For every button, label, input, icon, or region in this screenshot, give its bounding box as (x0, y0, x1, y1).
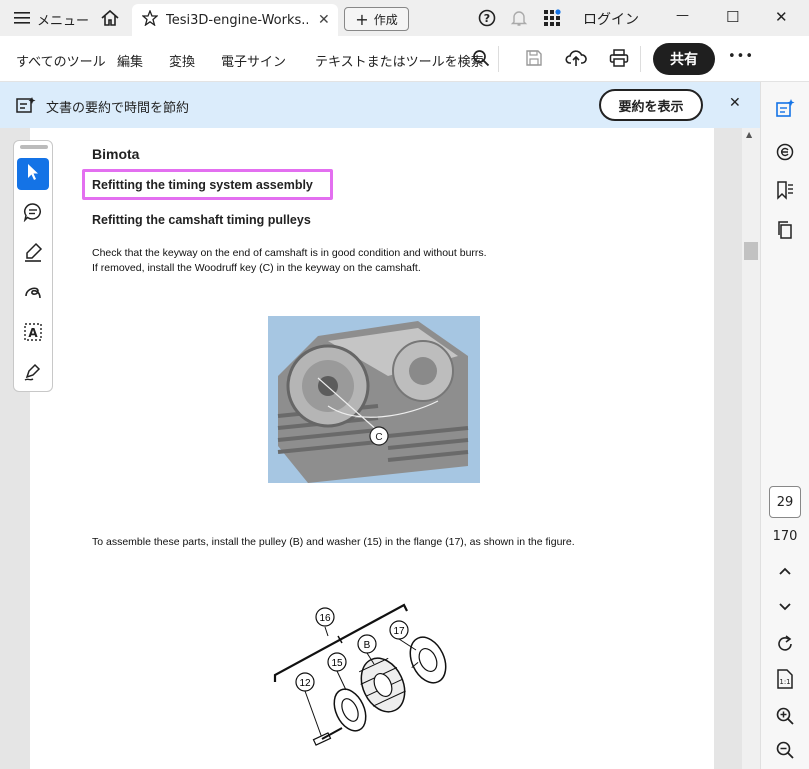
total-pages-label: 170 (772, 529, 798, 544)
diagram-label-17: 17 (393, 626, 405, 637)
pen-sign-icon (23, 362, 43, 386)
ai-assistant-button[interactable] (761, 98, 809, 122)
maximize-button[interactable]: ☐ (726, 8, 739, 26)
cloud-upload-icon[interactable] (565, 48, 587, 72)
home-icon (100, 8, 120, 32)
paragraph-line: If removed, install the Woodruff key (C)… (92, 262, 421, 274)
tab-close-icon[interactable]: ✕ (318, 12, 330, 28)
document-brand-heading: Bimota (92, 146, 140, 162)
camshaft-photo: C (268, 316, 480, 483)
star-icon[interactable] (141, 9, 159, 30)
cursor-icon (25, 163, 41, 185)
help-button[interactable]: ? (478, 9, 496, 31)
help-icon: ? (478, 9, 496, 31)
subsection-heading: Refitting the camshaft timing pulleys (92, 213, 311, 227)
draw-tool-button[interactable] (17, 278, 49, 310)
page-thumbnails-button[interactable] (761, 220, 809, 244)
new-tab-button[interactable]: + 作成 (344, 7, 409, 31)
menu-esign[interactable]: 電子サイン (221, 51, 286, 70)
new-tab-label: 作成 (373, 12, 398, 27)
pulley-assembly-diagram: 16 15 B 17 12 (270, 600, 460, 750)
select-tool-button[interactable] (17, 158, 49, 190)
menu-button[interactable]: メニュー (14, 10, 89, 29)
login-button[interactable]: ログイン (583, 9, 639, 29)
ai-assistant-icon (775, 98, 795, 122)
search-icon[interactable] (472, 49, 490, 71)
zoom-out-button[interactable] (761, 740, 809, 764)
save-icon[interactable] (525, 49, 543, 71)
paragraph-line: To assemble these parts, install the pul… (92, 536, 575, 548)
diagram-label-b: B (364, 640, 371, 651)
pages-icon (775, 220, 795, 244)
print-icon[interactable] (609, 49, 629, 71)
zoom-out-icon (775, 740, 795, 764)
banner-text: 文書の要約で時間を節約 (46, 101, 190, 116)
plus-icon: + (355, 9, 369, 29)
chevron-up-icon (777, 562, 793, 581)
toolbar-divider (640, 46, 641, 72)
comment-panel-icon (775, 142, 795, 166)
highlighter-icon (23, 242, 43, 266)
vertical-scrollbar[interactable] (742, 128, 760, 769)
comments-panel-button[interactable] (761, 142, 809, 166)
svg-text:A: A (28, 326, 38, 340)
right-sidebar: 29 170 1:1 (760, 82, 809, 769)
paragraph-line: Check that the keyway on the end of cams… (92, 247, 487, 259)
banner-close-icon[interactable]: ✕ (729, 95, 741, 111)
home-button[interactable] (100, 8, 120, 32)
ai-summary-icon (16, 96, 36, 118)
rotate-button[interactable] (761, 634, 809, 658)
summary-banner: 文書の要約で時間を節約 要約を表示 ✕ (0, 82, 760, 128)
scrollbar-thumb[interactable] (744, 242, 758, 260)
menu-all-tools[interactable]: すべてのツール (16, 51, 106, 70)
search-field[interactable]: テキストまたはツールを検索 (315, 51, 484, 70)
scroll-up-icon[interactable]: ▲ (746, 130, 752, 139)
previous-page-button[interactable] (761, 562, 809, 581)
diagram-label-12: 12 (299, 678, 311, 689)
text-box-icon: A (23, 322, 43, 346)
svg-text:?: ? (484, 12, 490, 25)
title-bar: メニュー Tesi3D-engine-Works... ✕ + 作成 ? ログイ… (0, 0, 809, 36)
comment-tool-button[interactable] (17, 198, 49, 230)
actual-size-button[interactable]: 1:1 (761, 668, 809, 694)
next-page-button[interactable] (761, 598, 809, 617)
freehand-icon (23, 282, 43, 306)
share-button[interactable]: 共有 (653, 43, 715, 75)
annotation-toolbar: A (13, 140, 53, 392)
apps-button[interactable] (543, 9, 561, 31)
drag-handle[interactable] (20, 145, 48, 149)
bookmarks-button[interactable] (761, 180, 809, 204)
chevron-down-icon (777, 598, 793, 617)
more-options-button[interactable]: ••• (728, 49, 754, 64)
sign-tool-button[interactable] (17, 358, 49, 390)
bookmark-icon (775, 180, 795, 204)
tab-title: Tesi3D-engine-Works... (166, 12, 308, 28)
section-heading: Refitting the timing system assembly (92, 178, 313, 192)
zoom-in-icon (775, 706, 795, 730)
hamburger-icon (14, 11, 30, 29)
diagram-label-15: 15 (331, 658, 343, 669)
close-window-button[interactable]: ✕ (775, 8, 788, 26)
toolbar-divider (498, 46, 499, 72)
apps-grid-icon (543, 9, 561, 31)
highlight-tool-button[interactable] (17, 238, 49, 270)
text-tool-button[interactable]: A (17, 318, 49, 350)
svg-text:1:1: 1:1 (779, 678, 790, 686)
menu-convert[interactable]: 変換 (169, 51, 195, 70)
zoom-in-button[interactable] (761, 706, 809, 730)
photo-callout-label: C (375, 432, 382, 443)
diagram-label-16: 16 (319, 613, 331, 624)
actual-size-icon: 1:1 (775, 668, 795, 694)
notifications-button[interactable] (510, 9, 528, 31)
comment-icon (23, 202, 43, 226)
current-page-input[interactable]: 29 (769, 486, 801, 518)
minimize-button[interactable]: — (676, 8, 689, 23)
menu-label: メニュー (37, 14, 90, 29)
show-summary-button[interactable]: 要約を表示 (599, 89, 703, 121)
menu-edit[interactable]: 編集 (117, 51, 143, 70)
bell-icon (510, 9, 528, 31)
document-tab[interactable]: Tesi3D-engine-Works... ✕ (132, 4, 338, 36)
rotate-icon (775, 634, 795, 658)
